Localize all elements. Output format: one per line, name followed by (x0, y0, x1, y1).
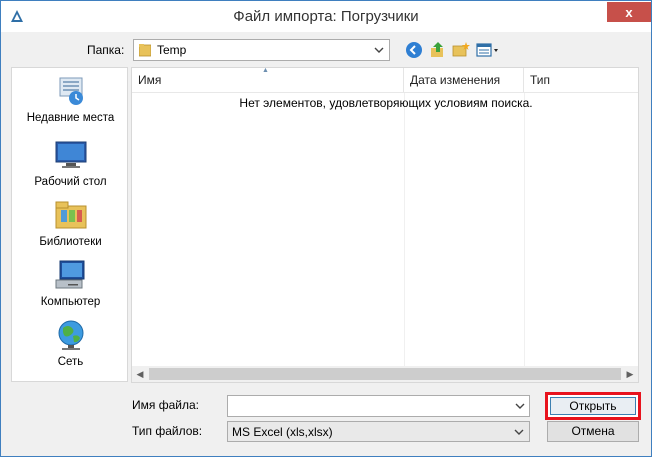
scroll-left-icon[interactable]: ◀ (132, 368, 148, 380)
place-label: Библиотеки (39, 236, 102, 248)
place-libraries[interactable]: Библиотеки (12, 198, 129, 248)
column-divider (404, 93, 405, 366)
filetype-label: Тип файлов: (132, 424, 203, 438)
column-divider (524, 93, 525, 366)
horizontal-scrollbar[interactable]: ◀ ▶ (132, 366, 638, 382)
folder-label: Папка: (87, 43, 125, 57)
libraries-icon (55, 201, 86, 229)
open-button-highlight: Открыть (545, 392, 641, 420)
folder-value: Temp (157, 43, 187, 57)
filename-input[interactable] (227, 395, 530, 417)
folder-icon (139, 44, 151, 57)
recent-places-icon (59, 77, 83, 105)
place-label: Сеть (57, 356, 84, 368)
header-divider (132, 92, 638, 93)
network-icon (58, 320, 83, 350)
computer-icon (55, 260, 84, 289)
column-header-type[interactable]: Тип (524, 68, 640, 92)
place-label: Недавние места (26, 112, 115, 124)
title-bar[interactable]: Файл импорта: Погрузчики x (1, 1, 651, 32)
place-label: Компьютер (40, 296, 101, 308)
place-label: Рабочий стол (34, 176, 107, 188)
close-icon: x (625, 4, 633, 20)
places-sidebar: Недавние места Рабочий стол Библиотеки К… (11, 67, 128, 382)
column-header-date[interactable]: Дата изменения (404, 68, 524, 92)
back-icon[interactable] (405, 41, 423, 59)
scroll-right-icon[interactable]: ▶ (622, 368, 638, 380)
cancel-button[interactable]: Отмена (547, 421, 639, 442)
chevron-down-icon[interactable] (513, 399, 527, 413)
window-title: Файл импорта: Погрузчики (233, 8, 419, 25)
view-menu-icon[interactable] (476, 41, 502, 59)
column-header-name[interactable]: Имя (132, 68, 404, 92)
file-list[interactable]: ▲ Имя Дата изменения Тип Нет элементов, … (131, 67, 639, 383)
up-folder-icon[interactable] (429, 41, 447, 59)
filetype-value: MS Excel (xls,xlsx) (232, 425, 333, 439)
new-folder-icon[interactable] (452, 41, 470, 59)
place-computer[interactable]: Компьютер (12, 258, 129, 308)
filetype-select[interactable]: MS Excel (xls,xlsx) (227, 421, 530, 442)
chevron-down-icon[interactable] (372, 43, 386, 57)
open-button[interactable]: Открыть (550, 397, 636, 415)
chevron-down-icon[interactable] (512, 425, 526, 439)
scrollbar-thumb[interactable] (149, 368, 621, 380)
empty-message: Нет элементов, удовлетворяющих условиям … (239, 96, 533, 110)
place-network[interactable]: Сеть (12, 318, 129, 368)
close-button[interactable]: x (607, 2, 651, 22)
folder-combo[interactable]: Temp (133, 39, 390, 61)
place-desktop[interactable]: Рабочий стол (12, 138, 129, 188)
place-recent[interactable]: Недавние места (12, 74, 129, 124)
desktop-icon (55, 141, 86, 168)
file-open-dialog: Файл импорта: Погрузчики x Папка: Temp Н… (0, 0, 652, 457)
filename-label: Имя файла: (132, 398, 199, 412)
